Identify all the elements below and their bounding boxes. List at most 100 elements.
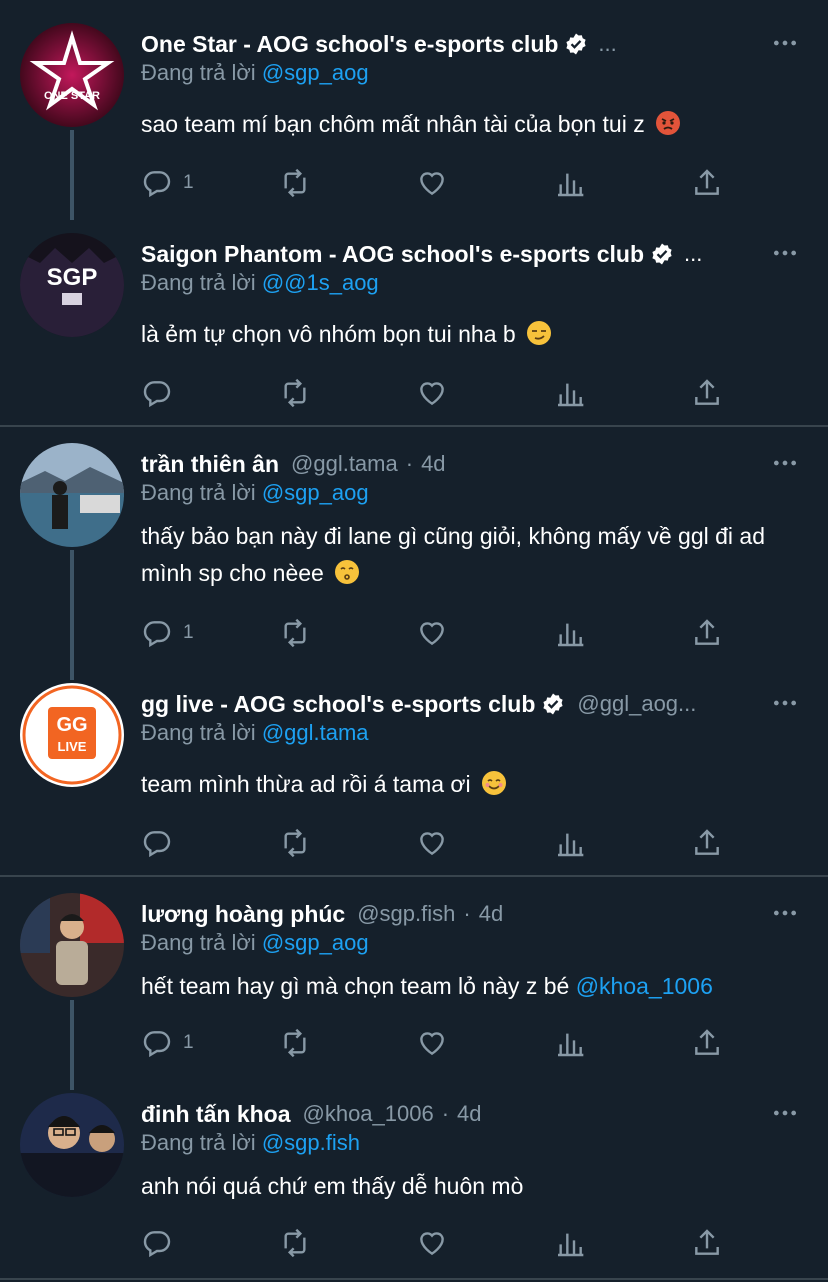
reply-prefix: Đang trả lời — [141, 270, 256, 295]
reply-to-mention[interactable]: @sgp_aog — [262, 930, 369, 955]
tweet-text-content: thấy bảo bạn này đi lane gì cũng giỏi, k… — [141, 523, 765, 586]
more-icon[interactable] — [770, 238, 800, 268]
avatar[interactable]: GG LIVE — [20, 683, 124, 787]
tweet-gg-live[interactable]: GG LIVE gg live - AOG school's e-sports … — [0, 683, 828, 878]
reply-to-mention[interactable]: @sgp_aog — [262, 60, 369, 85]
like-icon — [420, 832, 444, 856]
share-button[interactable] — [691, 1025, 723, 1061]
display-name[interactable]: lương hoàng phúc — [141, 901, 345, 928]
display-name[interactable]: One Star - AOG school's e-sports club — [141, 31, 558, 58]
avatar[interactable] — [20, 443, 124, 547]
display-name[interactable]: đinh tấn khoa — [141, 1101, 291, 1128]
share-icon — [695, 829, 719, 855]
display-name[interactable]: Saigon Phantom - AOG school's e-sports c… — [141, 241, 644, 268]
timestamp[interactable]: 4d — [457, 1101, 481, 1127]
share-button[interactable] — [691, 615, 723, 651]
timestamp[interactable]: 4d — [421, 451, 445, 477]
like-button[interactable] — [416, 1025, 448, 1061]
reply-button[interactable] — [141, 375, 183, 411]
user-handle[interactable]: @sgp.fish — [357, 901, 455, 927]
like-icon — [420, 622, 444, 646]
replying-to-line: Đang trả lời @sgp_aog — [141, 930, 369, 956]
user-handle[interactable]: @ggl_aog... — [577, 691, 696, 717]
angry-face-emoji-icon — [656, 111, 681, 135]
user-handle[interactable]: @khoa_1006 — [303, 1101, 434, 1127]
display-name[interactable]: trần thiên ân — [141, 451, 279, 478]
retweet-button[interactable] — [279, 165, 311, 201]
verified-badge-icon — [564, 32, 588, 56]
truncation-ellipsis: ... — [598, 31, 617, 56]
reply-icon — [143, 171, 171, 198]
retweet-icon — [284, 618, 306, 648]
analytics-button[interactable] — [554, 825, 586, 861]
avatar[interactable] — [20, 893, 124, 997]
retweet-icon — [284, 1228, 306, 1258]
svg-text:GG: GG — [56, 714, 87, 736]
reply-to-mention[interactable]: @@1s_aog — [262, 270, 379, 295]
text-mention[interactable]: @khoa_1006 — [576, 973, 713, 999]
more-icon[interactable] — [770, 448, 800, 478]
tweet-text-content: hết team hay gì mà chọn team lỏ này z bé — [141, 973, 570, 999]
timestamp[interactable]: 4d — [479, 901, 503, 927]
retweet-button[interactable] — [279, 1225, 311, 1261]
analytics-button[interactable] — [554, 615, 586, 651]
more-icon[interactable] — [770, 688, 800, 718]
reply-prefix: Đang trả lời — [141, 930, 256, 955]
analytics-button[interactable] — [554, 1225, 586, 1261]
like-icon — [420, 172, 444, 196]
reply-to-mention[interactable]: @sgp.fish — [262, 1130, 360, 1155]
tweet-actions — [141, 1225, 741, 1261]
retweet-icon — [284, 378, 306, 408]
reply-button[interactable] — [141, 825, 183, 861]
share-button[interactable] — [691, 375, 723, 411]
avatar[interactable] — [20, 1093, 124, 1197]
like-button[interactable] — [416, 1225, 448, 1261]
thread-divider — [0, 875, 828, 877]
user-handle[interactable]: @ggl.tama — [291, 451, 398, 477]
more-icon[interactable] — [770, 1098, 800, 1128]
reply-button[interactable]: 1 — [141, 165, 194, 201]
like-button[interactable] — [416, 375, 448, 411]
like-button[interactable] — [416, 825, 448, 861]
retweet-button[interactable] — [279, 615, 311, 651]
analytics-button[interactable] — [554, 375, 586, 411]
reply-prefix: Đang trả lời — [141, 60, 256, 85]
like-icon — [420, 1032, 444, 1056]
reply-thread-feed: ONE STAR One Star - AOG school's e-sport… — [0, 0, 828, 1282]
tweet-one-star[interactable]: ONE STAR One Star - AOG school's e-sport… — [0, 23, 828, 218]
more-icon[interactable] — [770, 28, 800, 58]
display-name[interactable]: gg live - AOG school's e-sports club — [141, 691, 535, 718]
share-button[interactable] — [691, 1225, 723, 1261]
reply-count: 1 — [183, 622, 194, 643]
separator-dot: · — [405, 451, 414, 476]
like-button[interactable] — [416, 165, 448, 201]
analytics-icon — [558, 1033, 584, 1057]
reply-count: 1 — [183, 1032, 194, 1053]
share-button[interactable] — [691, 825, 723, 861]
analytics-button[interactable] — [554, 165, 586, 201]
retweet-button[interactable] — [279, 825, 311, 861]
analytics-icon — [558, 1233, 584, 1257]
tweet-actions: 1 — [141, 165, 741, 201]
tweet-luong-hoang-phuc[interactable]: lương hoàng phúc @sgp.fish · 4d Đang trả… — [0, 893, 828, 1068]
reply-button[interactable]: 1 — [141, 615, 194, 651]
avatar[interactable]: SGP — [20, 233, 124, 337]
replying-to-line: Đang trả lời @@1s_aog — [141, 270, 379, 296]
avatar[interactable]: ONE STAR — [20, 23, 124, 127]
reply-to-mention[interactable]: @sgp_aog — [262, 480, 369, 505]
kissing-face-emoji-icon — [335, 560, 360, 584]
analytics-button[interactable] — [554, 1025, 586, 1061]
more-icon[interactable] — [770, 898, 800, 928]
share-button[interactable] — [691, 165, 723, 201]
tweet-tran-thien-an[interactable]: trần thiên ân @ggl.tama · 4d Đang trả lờ… — [0, 443, 828, 658]
reply-to-mention[interactable]: @ggl.tama — [262, 720, 369, 745]
like-button[interactable] — [416, 615, 448, 651]
reply-button[interactable]: 1 — [141, 1025, 194, 1061]
share-icon — [695, 1229, 719, 1255]
tweet-saigon-phantom[interactable]: SGP Saigon Phantom - AOG school's e-spor… — [0, 233, 828, 428]
reply-prefix: Đang trả lời — [141, 720, 256, 745]
retweet-button[interactable] — [279, 1025, 311, 1061]
reply-button[interactable] — [141, 1225, 183, 1261]
retweet-button[interactable] — [279, 375, 311, 411]
tweet-dinh-tan-khoa[interactable]: đinh tấn khoa @khoa_1006 · 4d Đang trả l… — [0, 1093, 828, 1268]
